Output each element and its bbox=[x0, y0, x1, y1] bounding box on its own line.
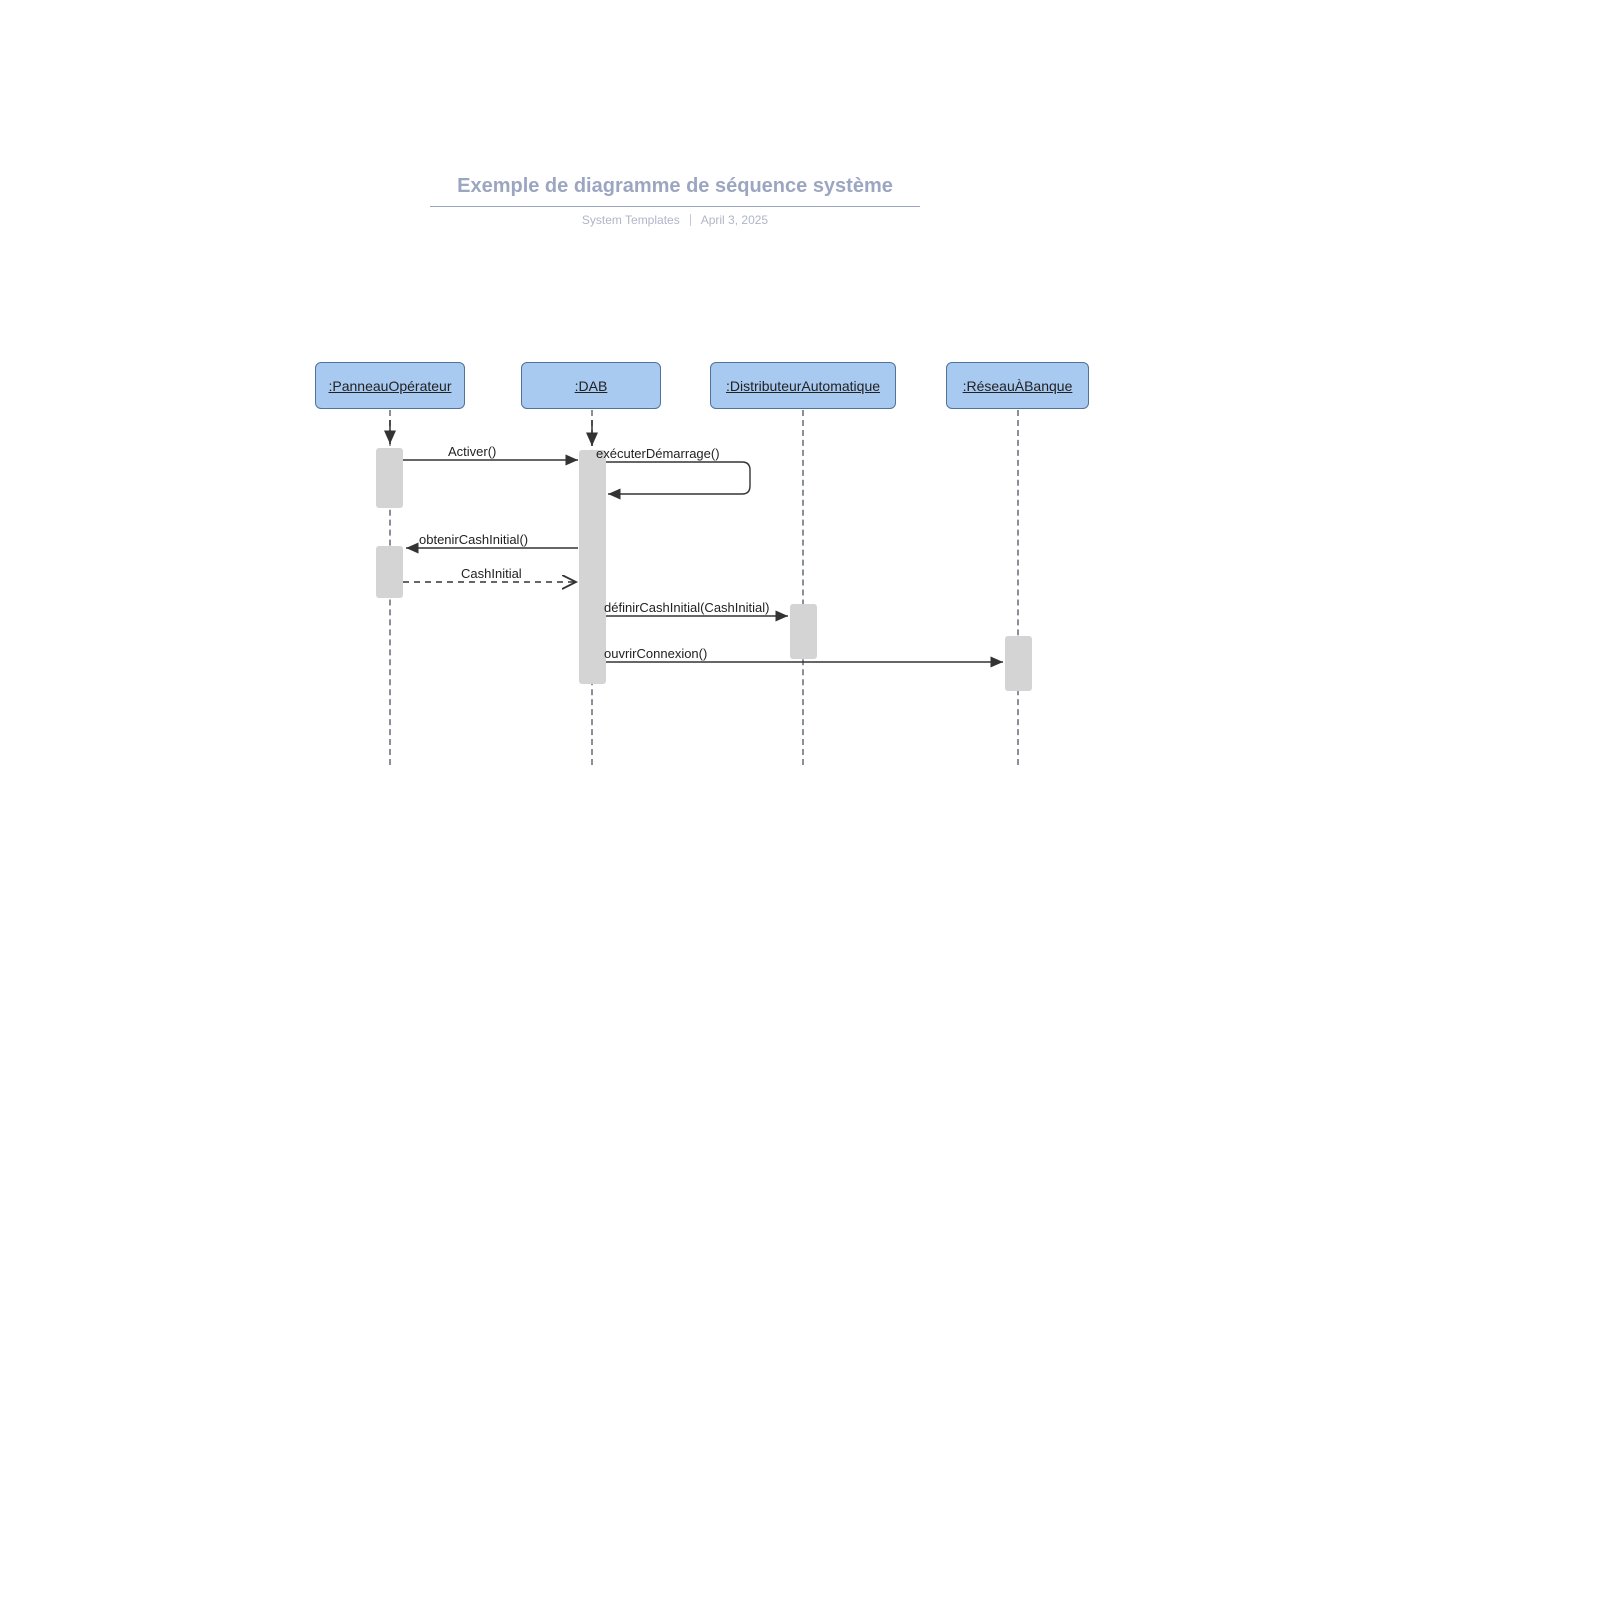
object-reseau-banque[interactable]: :RéseauÀBanque bbox=[946, 362, 1089, 409]
lifeline-distributeur-automatique bbox=[802, 410, 804, 765]
activation-dab[interactable] bbox=[579, 450, 606, 684]
subtitle-divider bbox=[690, 214, 691, 226]
diagram-subtitle: System Templates April 3, 2025 bbox=[430, 213, 920, 227]
object-label: :PanneauOpérateur bbox=[329, 378, 452, 394]
diagram-header: Exemple de diagramme de séquence système… bbox=[430, 175, 920, 227]
msg-obtenir-cash-initial: obtenirCashInitial() bbox=[419, 532, 528, 547]
msg-ouvrir-connexion: ouvrirConnexion() bbox=[604, 646, 707, 661]
msg-activer: Activer() bbox=[448, 444, 496, 459]
diagram-author: System Templates bbox=[582, 213, 680, 227]
object-dab[interactable]: :DAB bbox=[521, 362, 661, 409]
activation-da[interactable] bbox=[790, 604, 817, 659]
object-label: :DistributeurAutomatique bbox=[726, 378, 880, 394]
lifeline-reseau-banque bbox=[1017, 410, 1019, 765]
diagram-title: Exemple de diagramme de séquence système bbox=[430, 175, 920, 206]
object-distributeur-automatique[interactable]: :DistributeurAutomatique bbox=[710, 362, 896, 409]
activation-rb[interactable] bbox=[1005, 636, 1032, 691]
activation-op-2[interactable] bbox=[376, 546, 403, 598]
object-label: :DAB bbox=[575, 378, 608, 394]
msg-cash-initial: CashInitial bbox=[461, 566, 522, 581]
msg-executer-demarrage: exécuterDémarrage() bbox=[596, 446, 720, 461]
msg-definir-cash-initial: définirCashInitial(CashInitial) bbox=[604, 600, 769, 615]
diagram-date: April 3, 2025 bbox=[701, 213, 768, 227]
activation-op-1[interactable] bbox=[376, 448, 403, 508]
title-underline bbox=[430, 206, 920, 207]
object-label: :RéseauÀBanque bbox=[963, 378, 1073, 394]
object-panneau-operateur[interactable]: :PanneauOpérateur bbox=[315, 362, 465, 409]
arrows-layer bbox=[0, 0, 1600, 1600]
